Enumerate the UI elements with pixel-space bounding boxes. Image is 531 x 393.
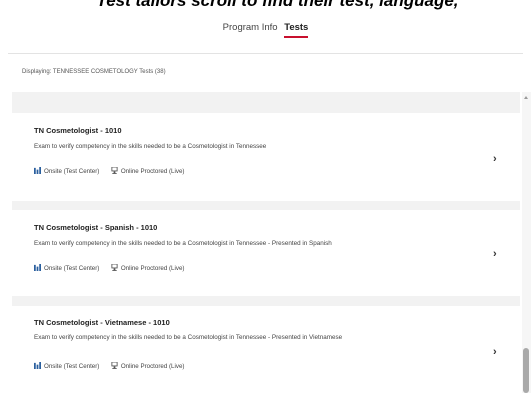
test-description: Exam to verify competency in the skills … [34,143,267,150]
online-proctored-option: Online Proctored (Live) [111,264,184,272]
tab-tests[interactable]: Tests [284,22,309,38]
online-proctored-icon [111,362,118,369]
scroll-up-arrow-icon[interactable] [524,96,528,99]
delivery-options: Onsite (Test Center) Online Proctored (L… [34,167,184,175]
header-divider [8,53,523,54]
online-proctored-icon [111,167,118,174]
test-card[interactable]: TN Cosmetologist - Spanish - 1010 Exam t… [12,210,520,296]
results-count-label: Displaying: TENNESSEE COSMETOLOGY Tests … [22,69,166,75]
chevron-right-icon[interactable]: › [493,153,497,165]
online-proctored-option: Online Proctored (Live) [111,167,184,175]
delivery-options: Onsite (Test Center) Online Proctored (L… [34,264,184,272]
page: Test tailors scroll to find their test, … [0,0,531,393]
test-title: TN Cosmetologist - Vietnamese - 1010 [34,318,170,327]
onsite-option: Onsite (Test Center) [34,264,101,272]
test-title: TN Cosmetologist - Spanish - 1010 [34,223,158,232]
test-description: Exam to verify competency in the skills … [34,240,332,247]
tab-bar: Program Info Tests [0,22,531,38]
test-card[interactable]: TN Cosmetologist - 1010 Exam to verify c… [12,113,520,201]
tab-program-info[interactable]: Program Info [223,22,278,36]
chevron-right-icon[interactable]: › [493,248,497,260]
test-center-icon [34,167,41,174]
onsite-option: Onsite (Test Center) [34,362,101,370]
delivery-options: Onsite (Test Center) Online Proctored (L… [34,362,184,370]
test-description: Exam to verify competency in the skills … [34,334,343,341]
test-list[interactable]: TN Cosmetologist - 1010 Exam to verify c… [12,92,520,393]
chevron-right-icon[interactable]: › [493,346,497,358]
test-center-icon [34,362,41,369]
online-proctored-option: Online Proctored (Live) [111,362,184,370]
test-card[interactable]: TN Cosmetologist - Vietnamese - 1010 Exa… [12,306,520,393]
online-proctored-icon [111,264,118,271]
test-title: TN Cosmetologist - 1010 [34,126,122,135]
onsite-option: Onsite (Test Center) [34,167,101,175]
scrollbar-thumb[interactable] [523,348,529,393]
caption-banner: Test tailors scroll to find their test, … [96,0,459,10]
test-center-icon [34,264,41,271]
